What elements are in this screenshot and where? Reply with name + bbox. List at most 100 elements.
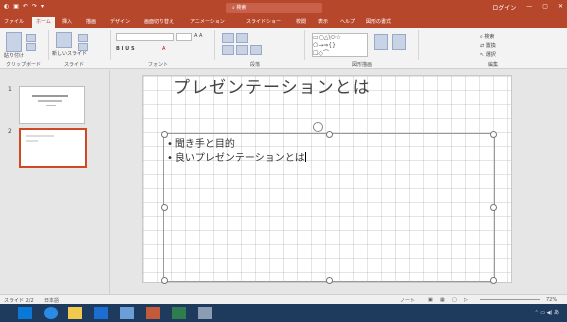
reset-icon[interactable] <box>78 43 88 51</box>
resize-handle[interactable] <box>161 277 168 284</box>
quick-styles-icon[interactable] <box>392 34 406 50</box>
tab-slideshow[interactable]: スライドショー <box>246 18 281 25</box>
ribbon-tabs: ファイル ホーム 挿入 描画 デザイン 画面切り替え アニメーション スライドシ… <box>0 16 567 28</box>
tab-help[interactable]: ヘルプ <box>340 18 355 25</box>
tab-animations[interactable]: アニメーション <box>190 18 225 25</box>
slides-label: スライド <box>64 62 85 68</box>
bold-button[interactable]: B I U S <box>116 46 135 52</box>
grow-font-icon[interactable]: A A <box>194 33 202 39</box>
resize-handle[interactable] <box>161 204 168 211</box>
windows-taskbar: ⌃ ▭ ◀) あ <box>0 304 567 322</box>
drawing-label: 図形描画 <box>352 62 373 68</box>
font-size-select[interactable] <box>176 33 192 41</box>
tab-transitions[interactable]: 画面切り替え <box>144 18 174 25</box>
align-left-icon[interactable] <box>222 45 234 55</box>
undo-icon[interactable]: ↶ <box>23 3 28 10</box>
layout-icon[interactable] <box>78 34 88 42</box>
resize-handle[interactable] <box>490 131 497 138</box>
slide-thumbnails-panel: 1 2 <box>0 70 110 294</box>
find-button[interactable]: ⌕ 検索 <box>480 33 494 40</box>
tab-shape-format[interactable]: 図形の書式 <box>366 18 391 25</box>
quick-access-toolbar: ◐ ▣ ↶ ↷ ▾ <box>4 3 44 10</box>
font-family-select[interactable] <box>116 33 174 41</box>
close-icon[interactable]: ✕ <box>558 3 563 12</box>
replace-button[interactable]: ⇄ 置換 <box>480 42 496 49</box>
edge-icon[interactable] <box>44 307 58 319</box>
slide-title[interactable]: プレゼンテーションとは <box>173 73 371 98</box>
paragraph-label: 段落 <box>250 62 261 68</box>
reading-view-icon[interactable]: ▢ <box>452 297 457 303</box>
rotate-handle[interactable] <box>313 122 323 132</box>
thumb-text-line <box>26 140 38 142</box>
bullets-icon[interactable] <box>222 33 234 43</box>
arrange-icon[interactable] <box>374 34 388 50</box>
redo-icon[interactable]: ↷ <box>32 3 37 10</box>
customize-icon[interactable]: ▾ <box>41 3 44 10</box>
thumb-title-line <box>26 135 54 137</box>
bullet-item: 聞き手と目的 <box>167 138 306 152</box>
bullet-list[interactable]: 聞き手と目的 良いプレゼンテーションとは <box>167 138 306 166</box>
start-icon[interactable] <box>18 307 32 319</box>
shapes-gallery[interactable]: ▭○△\⬭☆ ⬠→⇒{} ☐◇⌒ <box>312 33 368 57</box>
normal-view-icon[interactable]: ▣ <box>428 297 433 303</box>
slide-thumbnail-selected[interactable] <box>19 128 87 168</box>
thumb-subtitle-line <box>38 100 62 102</box>
tab-draw[interactable]: 描画 <box>86 18 96 25</box>
align-center-icon[interactable] <box>236 45 248 55</box>
powerpoint-taskbar-icon[interactable] <box>146 307 160 319</box>
autosave-icon[interactable]: ◐ <box>4 3 9 10</box>
clipboard-label: クリップボード <box>6 62 42 68</box>
mail-icon[interactable] <box>120 307 134 319</box>
cut-icon[interactable] <box>26 34 36 42</box>
tab-view[interactable]: 表示 <box>318 18 328 25</box>
resize-handle[interactable] <box>490 277 497 284</box>
resize-handle[interactable] <box>326 131 333 138</box>
resize-handle[interactable] <box>490 204 497 211</box>
slide-number: 2 <box>8 128 12 135</box>
thumb-title-line <box>32 95 68 97</box>
notes-button[interactable]: ノート <box>400 297 415 304</box>
bullet-item: 良いプレゼンテーションとは <box>167 152 306 166</box>
resize-handle[interactable] <box>161 131 168 138</box>
copy-icon[interactable] <box>26 43 36 51</box>
zoom-slider[interactable] <box>480 299 540 300</box>
resize-handle[interactable] <box>326 277 333 284</box>
slideshow-icon[interactable]: ▷ <box>464 297 468 303</box>
clipboard-group: 貼り付け <box>2 30 49 60</box>
zoom-level[interactable]: 72% <box>546 297 557 303</box>
tab-design[interactable]: デザイン <box>110 18 130 25</box>
paragraph-group <box>218 30 305 60</box>
slide-canvas[interactable]: プレゼンテーションとは 聞き手と目的 良いプレゼンテーションとは <box>142 73 512 284</box>
minimize-icon[interactable]: — <box>526 3 532 12</box>
slide-counter: スライド 2/2 <box>4 298 34 304</box>
excel-taskbar-icon[interactable] <box>172 307 186 319</box>
tab-review[interactable]: 校閲 <box>296 18 306 25</box>
app-taskbar-icon[interactable] <box>198 307 212 319</box>
user-name[interactable]: ログイン <box>492 3 516 12</box>
language-indicator[interactable]: 日本語 <box>44 297 59 304</box>
window-controls: ログイン — ▢ ✕ <box>492 3 563 12</box>
drawing-group: ▭○△\⬭☆ ⬠→⇒{} ☐◇⌒ <box>308 30 419 60</box>
numbering-icon[interactable] <box>236 33 248 43</box>
search-box[interactable]: ⌕ 検索 <box>226 3 322 13</box>
align-right-icon[interactable] <box>250 45 262 55</box>
tab-home[interactable]: ホーム <box>32 17 55 28</box>
maximize-icon[interactable]: ▢ <box>542 3 548 12</box>
new-slide-icon[interactable] <box>56 32 72 48</box>
file-explorer-icon[interactable] <box>68 307 82 319</box>
ribbon: 貼り付け クリップボード 新しいスライド スライド A A B I U S A … <box>0 28 567 69</box>
slide-thumbnail[interactable] <box>19 86 85 124</box>
tab-file[interactable]: ファイル <box>4 18 24 25</box>
store-icon[interactable] <box>94 307 108 319</box>
thumb-subtitle-line <box>46 105 56 106</box>
paste-icon[interactable] <box>6 32 22 52</box>
slide-sorter-icon[interactable]: ▦ <box>440 297 445 303</box>
save-icon[interactable]: ▣ <box>13 3 19 10</box>
title-bar: ◐ ▣ ↶ ↷ ▾ ⌕ 検索 ログイン — ▢ ✕ <box>0 0 567 16</box>
select-button[interactable]: ↖ 選択 <box>480 51 496 58</box>
editing-label: 編集 <box>488 62 499 68</box>
tab-insert[interactable]: 挿入 <box>62 18 72 25</box>
font-color-button[interactable]: A <box>162 46 165 52</box>
slide-number: 1 <box>8 86 12 93</box>
system-tray[interactable]: ⌃ ▭ ◀) あ <box>535 309 559 316</box>
